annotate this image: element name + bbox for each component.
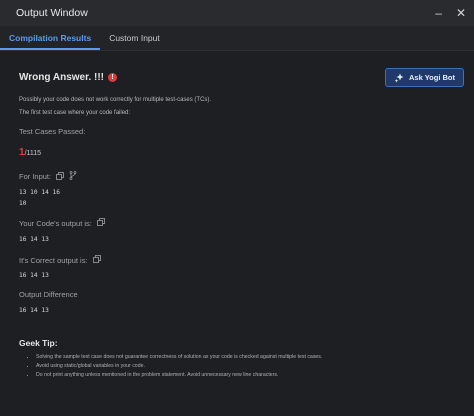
output-difference-label: Output Difference — [19, 290, 78, 299]
title-bar: Output Window – ✕ — [0, 0, 474, 26]
output-difference-value: 16 14 13 — [19, 307, 49, 314]
tab-custom-input[interactable]: Custom Input — [100, 33, 169, 50]
copy-icon[interactable] — [92, 255, 101, 265]
window-controls: – ✕ — [435, 7, 466, 19]
verdict-row: Wrong Answer. !!! ! Ask Yogi Bot — [19, 68, 464, 87]
for-input-label: For Input: — [19, 172, 52, 181]
your-output-value: 16 14 13 — [19, 236, 49, 243]
correct-output-row: It's Correct output is: — [19, 255, 455, 265]
sparkle-icon — [394, 73, 404, 83]
verdict: Wrong Answer. !!! ! — [19, 72, 117, 83]
verdict-text: Wrong Answer. !!! — [19, 72, 104, 83]
geek-tip-title: Geek Tip: — [19, 338, 58, 348]
test-cases-passed-count: 1 /1115 — [19, 147, 455, 158]
close-icon[interactable]: ✕ — [456, 7, 466, 19]
error-icon: ! — [108, 73, 117, 82]
tab-bar: Compilation Results Custom Input — [0, 26, 474, 51]
geek-tip-item: Solving the sample test case does not gu… — [36, 354, 455, 360]
input-line-2: 10 — [19, 200, 27, 207]
branch-icon[interactable] — [69, 171, 77, 182]
minimize-icon[interactable]: – — [435, 7, 442, 19]
output-window: Output Window – ✕ Compilation Results Cu… — [0, 0, 474, 416]
your-output-label: Your Code's output is: — [19, 218, 92, 228]
correct-output-value: 16 14 13 — [19, 272, 49, 279]
geek-tip-list: Solving the sample test case does not gu… — [19, 354, 455, 378]
for-input-row: For Input: — [19, 171, 455, 182]
ask-yogi-bot-button[interactable]: Ask Yogi Bot — [385, 68, 464, 87]
hint-first-failed: The first test case where your code fail… — [19, 110, 131, 116]
copy-icon[interactable] — [96, 218, 105, 228]
copy-icon[interactable] — [56, 171, 65, 182]
tab-compilation-results[interactable]: Compilation Results — [0, 33, 101, 50]
results-panel: Wrong Answer. !!! ! Ask Yogi Bot Possibl… — [0, 68, 474, 378]
test-cases-passed-label: Test Cases Passed: — [19, 127, 86, 136]
correct-output-label: It's Correct output is: — [19, 255, 88, 265]
geek-tip-item: Avoid using static/global variables in y… — [36, 363, 455, 369]
total-testcases: /1115 — [24, 150, 42, 157]
input-line-1: 13 10 14 16 — [19, 189, 60, 196]
hint-multiple-testcases: Possibly your code does not work correct… — [19, 97, 212, 103]
your-output-row: Your Code's output is: — [19, 218, 455, 228]
window-title: Output Window — [16, 7, 88, 19]
ask-yogi-bot-label: Ask Yogi Bot — [409, 73, 455, 82]
geek-tip-item: Do not print anything unless mentioned i… — [36, 372, 455, 378]
